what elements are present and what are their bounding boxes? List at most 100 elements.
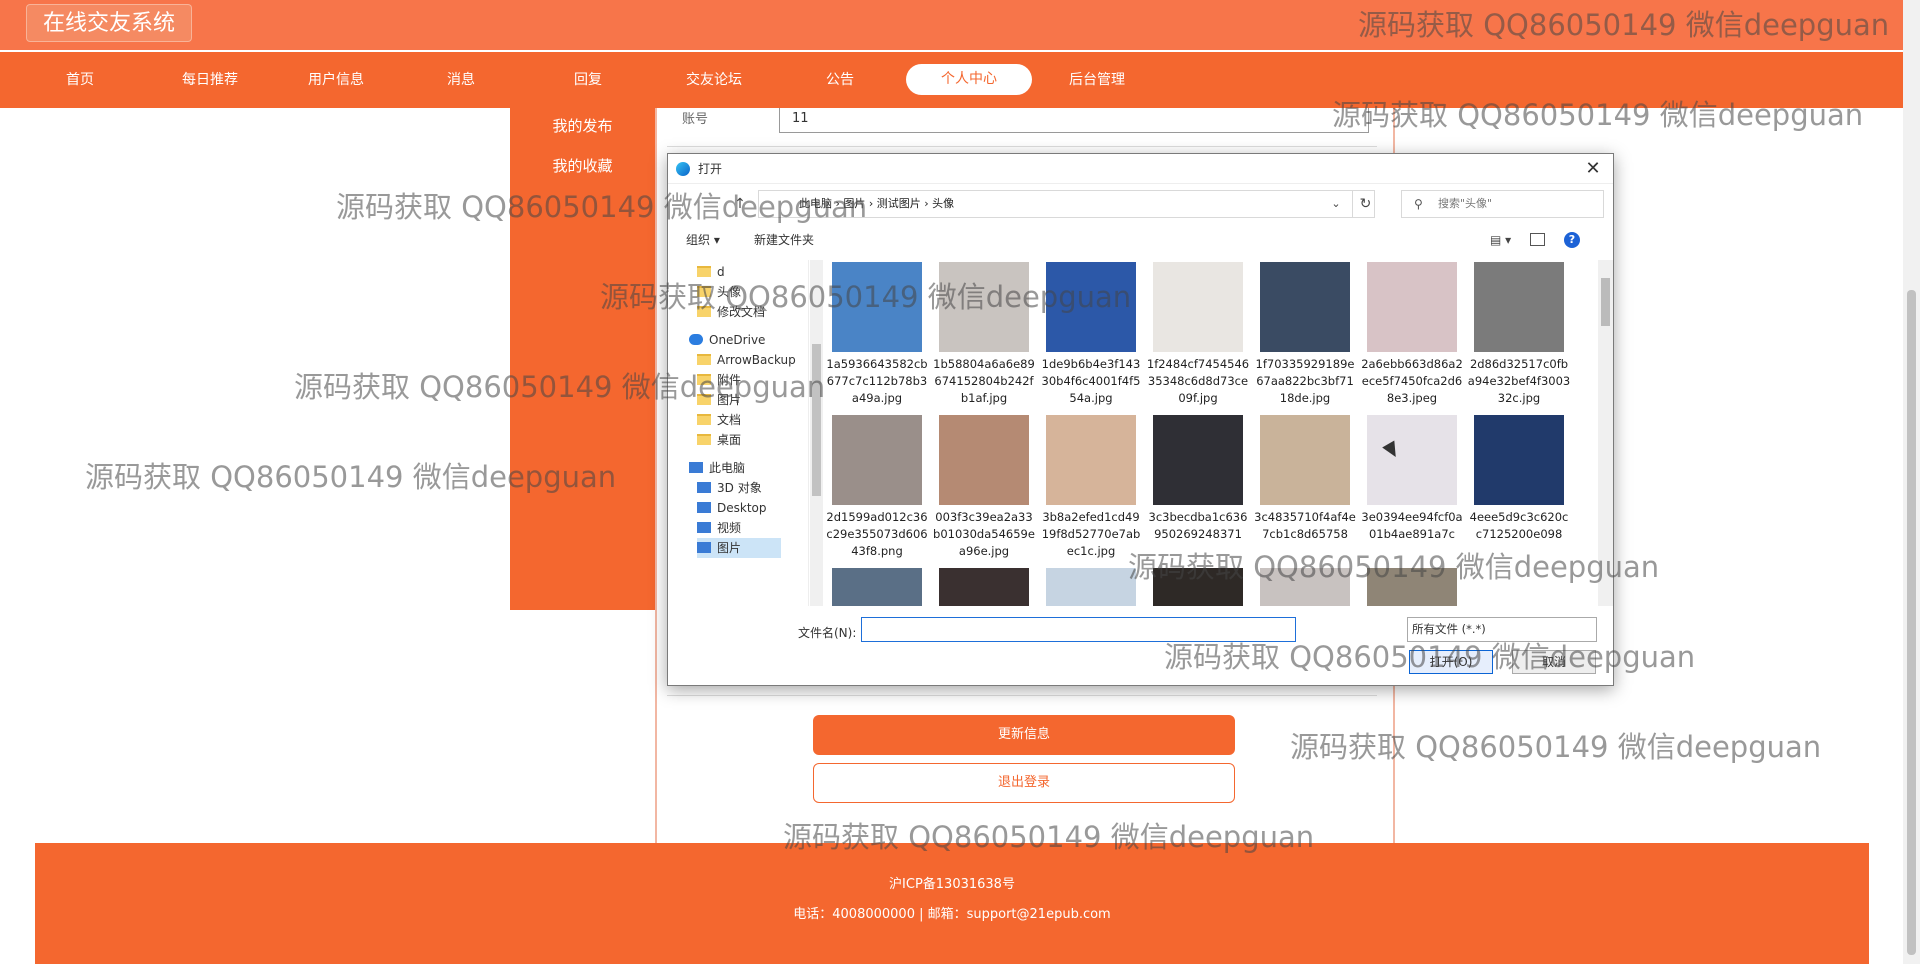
nav-admin[interactable]: 后台管理: [1037, 52, 1157, 108]
file-item[interactable]: 1b58804a6a6e89674152804b242fb1af.jpg: [932, 262, 1036, 407]
files-scroll-thumb[interactable]: [1601, 278, 1610, 326]
tree-item[interactable]: OneDrive: [689, 330, 805, 350]
tree-item[interactable]: 此电脑: [689, 458, 785, 478]
file-item[interactable]: 1a5936643582cb677c7c112b78b3a49a.jpg: [825, 262, 929, 407]
dialog-toolbar: 组织 ▾ 新建文件夹 ▤ ▾ ?: [668, 226, 1613, 254]
view-options-icon[interactable]: ▤ ▾: [1490, 226, 1511, 254]
contact-info: 电话：4008000000 | 邮箱：support@21epub.com: [793, 907, 1111, 922]
computer-icon: [697, 522, 711, 533]
image-thumbnail-icon: [1260, 415, 1350, 505]
tree-item-label: 文档: [717, 413, 742, 427]
tree-item[interactable]: ArrowBackup: [697, 350, 808, 370]
help-icon[interactable]: ?: [1564, 232, 1580, 248]
nav-announcements[interactable]: 公告: [780, 52, 900, 108]
search-icon: ⚲: [1414, 197, 1423, 211]
computer-icon: [697, 502, 711, 513]
footer: 沪ICP备13031638号 电话：4008000000 | 邮箱：suppor…: [35, 843, 1869, 964]
file-item[interactable]: [825, 568, 929, 606]
file-item[interactable]: 1de9b6b4e3f14330b4f6c4001f4f554a.jpg: [1039, 262, 1143, 407]
folder-icon: [697, 434, 711, 445]
site-brand[interactable]: 在线交友系统: [26, 4, 193, 42]
page-scrollbar[interactable]: [1903, 0, 1920, 964]
file-item[interactable]: 2d86d32517c0fba94e32bef4f300332c.jpg: [1467, 262, 1571, 407]
open-button[interactable]: 打开(O): [1409, 650, 1493, 674]
files-scrollbar[interactable]: [1598, 260, 1613, 606]
file-item[interactable]: 1f70335929189e67aa822bc3bf7118de.jpg: [1253, 262, 1357, 407]
image-thumbnail-icon: [832, 568, 922, 606]
refresh-icon[interactable]: ↻: [1352, 190, 1378, 218]
tree-item[interactable]: 桌面: [697, 430, 781, 450]
image-thumbnail-icon: [1474, 415, 1564, 505]
logout-button[interactable]: 退出登录: [813, 763, 1235, 803]
file-item[interactable]: 3e0394ee94fcf0a01b4ae891a7c: [1360, 415, 1464, 543]
file-name: 1de9b6b4e3f14330b4f6c4001f4f554a.jpg: [1041, 357, 1141, 405]
tree-scrollbar[interactable]: [810, 260, 823, 606]
file-item[interactable]: [1253, 568, 1357, 606]
tree-item[interactable]: 3D 对象: [697, 478, 802, 498]
tree-item[interactable]: Desktop: [697, 498, 807, 518]
file-item[interactable]: 2a6ebb663d86a2ece5f7450fca2d68e3.jpeg: [1360, 262, 1464, 407]
file-item[interactable]: [1146, 568, 1250, 606]
nav-home[interactable]: 首页: [20, 52, 140, 108]
tree-item[interactable]: 附件: [697, 370, 781, 390]
file-name: 2d1599ad012c36c29e355073d60643f8.png: [826, 510, 928, 558]
nav-personal-center[interactable]: 个人中心: [906, 64, 1032, 95]
sidebar-item-my-favorites[interactable]: 我的收藏: [510, 148, 655, 184]
tree-item[interactable]: 视频: [697, 518, 781, 538]
file-item[interactable]: [932, 568, 1036, 606]
image-thumbnail-icon: [1367, 415, 1457, 505]
folder-icon: [697, 414, 711, 425]
filetype-select[interactable]: 所有文件 (*.*): [1407, 617, 1597, 642]
computer-icon: [697, 482, 711, 493]
search-input[interactable]: ⚲ 搜索"头像": [1401, 190, 1604, 218]
nav-forum[interactable]: 交友论坛: [654, 52, 774, 108]
image-thumbnail-icon: [1046, 568, 1136, 606]
nav-replies[interactable]: 回复: [528, 52, 648, 108]
image-thumbnail-icon: [1367, 568, 1457, 606]
nav-daily-recommend[interactable]: 每日推荐: [150, 52, 270, 108]
file-item[interactable]: 3c4835710f4af4e7cb1c8d65758: [1253, 415, 1357, 543]
tree-item[interactable]: 头像: [697, 282, 781, 302]
tree-item-label: 附件: [717, 373, 742, 387]
file-item[interactable]: 1f2484cf745454635348c6d8d73ce09f.jpg: [1146, 262, 1250, 407]
tree-item-label: 视频: [717, 521, 742, 535]
account-field[interactable]: 11: [779, 108, 1369, 133]
tree-scroll-thumb[interactable]: [812, 344, 821, 496]
folder-icon: [697, 374, 711, 385]
chevron-down-icon[interactable]: ⌄: [1323, 190, 1349, 218]
file-item[interactable]: 2d1599ad012c36c29e355073d60643f8.png: [825, 415, 929, 560]
file-item[interactable]: [1039, 568, 1143, 606]
cancel-button[interactable]: 取消: [1512, 650, 1596, 674]
nav-messages[interactable]: 消息: [401, 52, 521, 108]
file-item[interactable]: 4eee5d9c3c620cc7125200e098: [1467, 415, 1571, 543]
image-thumbnail-icon: [939, 262, 1029, 352]
up-arrow-icon[interactable]: ↑: [726, 190, 754, 218]
address-bar[interactable]: 此电脑 › 图片 › 测试图片 › 头像: [758, 190, 1375, 218]
preview-pane-icon[interactable]: [1530, 233, 1545, 246]
tree-item-label: 3D 对象: [717, 481, 762, 495]
dialog-title: 打开: [668, 154, 1613, 184]
file-item[interactable]: 003f3c39ea2a33b01030da54659ea96e.jpg: [932, 415, 1036, 560]
file-item[interactable]: 3b8a2efed1cd4919f8d52770e7abec1c.jpg: [1039, 415, 1143, 560]
tree-item-label: Desktop: [717, 501, 767, 515]
close-icon[interactable]: ✕: [1579, 154, 1607, 184]
sidebar-item-my-posts[interactable]: 我的发布: [510, 108, 655, 144]
organize-button[interactable]: 组织 ▾: [686, 226, 720, 254]
page-scroll-thumb[interactable]: [1907, 290, 1916, 955]
update-info-button[interactable]: 更新信息: [813, 715, 1235, 755]
new-folder-button[interactable]: 新建文件夹: [754, 226, 814, 254]
file-item[interactable]: 3c3becdba1c636950269248371: [1146, 415, 1250, 543]
file-name: 3e0394ee94fcf0a01b4ae891a7c: [1361, 510, 1463, 541]
tree-item[interactable]: d: [697, 262, 765, 282]
tree-item[interactable]: 文档: [697, 410, 781, 430]
tree-item[interactable]: 图片: [697, 538, 782, 558]
tree-item-label: 修改文档: [717, 305, 766, 319]
tree-item[interactable]: 修改文档: [697, 302, 805, 322]
tree-item-label: 此电脑: [709, 461, 746, 475]
filename-input[interactable]: [861, 617, 1296, 642]
file-name: 1a5936643582cb677c7c112b78b3a49a.jpg: [826, 357, 928, 405]
nav-user-info[interactable]: 用户信息: [276, 52, 396, 108]
file-item[interactable]: [1360, 568, 1464, 606]
image-thumbnail-icon: [832, 262, 922, 352]
tree-item[interactable]: 图片: [697, 390, 781, 410]
